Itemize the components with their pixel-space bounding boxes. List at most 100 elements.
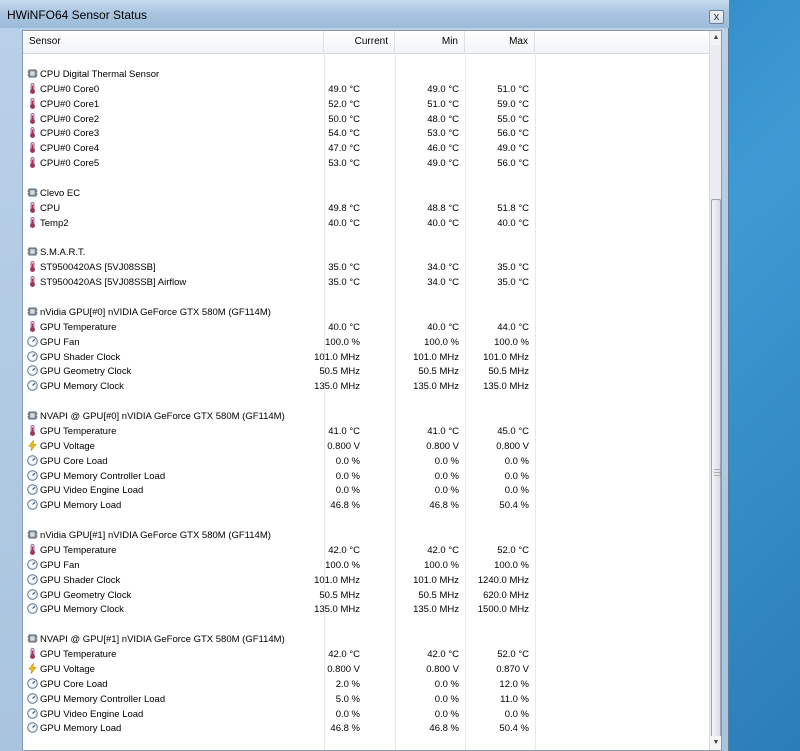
sensor-row[interactable]: GPU Memory Clock 135.0 MHz 135.0 MHz 135.0 … <box>23 380 709 395</box>
max-value: 0.0 % <box>504 470 529 482</box>
close-button[interactable]: x <box>709 10 724 24</box>
group-name: NVAPI @ GPU[#0] nVIDIA GeForce GTX 580M … <box>40 411 285 422</box>
sensor-row[interactable]: ST9500420AS [5VJ08SSB] Airflow 35.0 °C 34.… <box>23 276 709 291</box>
sensor-row[interactable]: ST9500420AS [5VJ08SSB] 35.0 °C 34.0 °C 35.0… <box>23 261 709 276</box>
sensor-row[interactable]: CPU#0 Core5 53.0 °C 49.0 °C 56.0 °C <box>23 157 709 172</box>
sensor-group-row[interactable]: NVAPI @ GPU[#1] nVIDIA GeForce GTX 580M … <box>23 633 709 648</box>
current-value: 47.0 °C <box>328 143 360 155</box>
current-value: 135.0 MHz <box>314 604 360 616</box>
sensor-row[interactable]: GPU Core Load 2.0 % 0.0 % 12.0 % <box>23 677 709 693</box>
min-value: 101.0 MHz <box>413 351 459 363</box>
current-value: 52.0 °C <box>328 98 360 110</box>
current-value: 0.800 V <box>327 663 360 675</box>
group-name: nVidia GPU[#0] nVIDIA GeForce GTX 580M (… <box>40 306 271 318</box>
max-value: 52.0 °C <box>497 649 529 660</box>
sensor-row[interactable]: GPU Memory Load 46.8 % 46.8 % 50.4 % <box>23 499 709 514</box>
column-min[interactable]: Min <box>395 31 465 53</box>
current-value: 49.8 °C <box>328 202 360 214</box>
gauge-icon <box>27 365 38 377</box>
min-value: 46.8 % <box>429 500 459 512</box>
scroll-down-arrow-icon[interactable]: ▼ <box>710 736 721 750</box>
sensor-row[interactable]: CPU 49.8 °C 48.8 °C 51.8 °C <box>23 201 709 217</box>
gauge-icon <box>27 677 38 689</box>
sensor-name: GPU Memory Load <box>40 723 122 735</box>
scroll-up-arrow-icon[interactable]: ▲ <box>710 31 721 45</box>
min-value: 135.0 MHz <box>413 604 459 616</box>
blank-row <box>23 232 709 247</box>
sensor-row[interactable]: GPU Video Engine Load 0.0 % 0.0 % 0.0 % <box>23 707 709 723</box>
sensor-row[interactable]: GPU Memory Clock 135.0 MHz 135.0 MHz 1500.0… <box>23 603 709 618</box>
sensor-row[interactable]: CPU#0 Core1 52.0 °C 51.0 °C 59.0 °C <box>23 97 709 113</box>
sensor-row[interactable]: GPU Geometry Clock 50.5 MHz 50.5 MHz 620.0 … <box>23 588 709 604</box>
sensor-group-row[interactable]: NVAPI @ GPU[#0] nVIDIA GeForce GTX 580M … <box>23 410 709 425</box>
blank-row <box>23 53 709 68</box>
sensor-name: GPU Memory Load <box>40 500 122 512</box>
sensor-name: CPU#0 Core2 <box>40 113 100 125</box>
max-value: 40.0 °C <box>497 217 529 229</box>
sensor-row[interactable]: GPU Geometry Clock 50.5 MHz 50.5 MHz 50.5 M… <box>23 365 709 380</box>
gauge-icon <box>27 469 38 481</box>
column-current[interactable]: Current <box>324 31 395 53</box>
sensor-name: GPU Memory Clock <box>40 604 124 616</box>
sensor-name: CPU#0 Core1 <box>40 98 100 110</box>
min-value: 0.0 % <box>434 693 459 705</box>
sensor-row[interactable]: CPU#0 Core0 49.0 °C 49.0 °C 51.0 °C <box>23 82 709 98</box>
sensor-row[interactable]: CPU#0 Core4 47.0 °C 46.0 °C 49.0 °C <box>23 142 709 157</box>
current-value: 101.0 MHz <box>314 574 360 586</box>
sensor-row[interactable]: GPU Fan 100.0 % 100.0 % 100.0 % <box>23 558 709 574</box>
sensor-name: Temp2 <box>40 217 69 229</box>
min-value: 135.0 MHz <box>413 381 459 393</box>
min-value: 40.0 °C <box>427 217 459 229</box>
sensor-row[interactable]: GPU Temperature 40.0 °C 40.0 °C 44.0 °C <box>23 320 709 336</box>
sensor-group-row[interactable]: nVidia GPU[#0] nVIDIA GeForce GTX 580M (… <box>23 306 709 321</box>
min-value: 50.5 MHz <box>418 589 459 601</box>
sensor-row[interactable]: GPU Temperature 42.0 °C 42.0 °C 52.0 °C <box>23 648 709 663</box>
min-value: 50.5 MHz <box>418 366 459 378</box>
thermometer-icon <box>27 424 38 436</box>
current-value: 50.0 °C <box>328 113 360 125</box>
max-value: 101.0 MHz <box>483 351 529 363</box>
min-value: 34.0 °C <box>427 277 459 289</box>
sensor-row[interactable]: GPU Shader Clock 101.0 MHz 101.0 MHz 101.0 … <box>23 350 709 366</box>
gauge-icon <box>27 722 38 734</box>
scroll-thumb[interactable]: — — — <box>711 199 721 748</box>
sensor-row[interactable]: GPU Shader Clock 101.0 MHz 101.0 MHz 1240.0… <box>23 573 709 589</box>
sensor-row[interactable]: GPU Core Load 0.0 % 0.0 % 0.0 % <box>23 454 709 470</box>
sensor-row[interactable]: GPU Temperature 41.0 °C 41.0 °C 45.0 °C <box>23 424 709 440</box>
max-value: 12.0 % <box>499 678 529 690</box>
max-value: 0.870 V <box>496 663 529 675</box>
max-value: 52.0 °C <box>497 544 529 556</box>
column-sensor[interactable]: Sensor <box>23 31 324 53</box>
sensor-row[interactable]: GPU Fan 100.0 % 100.0 % 100.0 % <box>23 335 709 351</box>
sensor-group-row[interactable]: Clevo EC <box>23 187 709 202</box>
sensor-name: GPU Geometry Clock <box>40 589 132 601</box>
vertical-scrollbar[interactable]: ▲ — — — ▼ <box>709 31 721 750</box>
sensor-row[interactable]: GPU Voltage 0.800 V 0.800 V 0.870 V <box>23 662 709 678</box>
thermometer-icon <box>27 261 38 273</box>
thermometer-icon <box>27 112 38 124</box>
sensor-name: CPU#0 Core4 <box>40 143 100 155</box>
thermometer-icon <box>27 142 38 154</box>
title-bar[interactable]: HWiNFO64 Sensor Status x <box>0 0 729 28</box>
column-max[interactable]: Max <box>465 31 535 53</box>
sensor-row[interactable]: CPU#0 Core2 50.0 °C 48.0 °C 55.0 °C <box>23 112 709 128</box>
sensor-name: GPU Temperature <box>40 321 117 333</box>
max-value: 44.0 °C <box>497 321 529 333</box>
current-value: 42.0 °C <box>328 649 360 660</box>
sensor-row[interactable]: CPU#0 Core3 54.0 °C 53.0 °C 56.0 °C <box>23 127 709 142</box>
sensor-group-row[interactable]: nVidia GPU[#1] nVIDIA GeForce GTX 580M (… <box>23 529 709 544</box>
sensor-row[interactable]: GPU Memory Controller Load 0.0 % 0.0 % 0.0 … <box>23 469 709 485</box>
sensor-row[interactable]: Temp2 40.0 °C 40.0 °C 40.0 °C <box>23 216 709 232</box>
sensor-row[interactable]: GPU Memory Load 46.8 % 46.8 % 50.4 % <box>23 722 709 737</box>
max-value: 100.0 % <box>494 336 529 348</box>
sensor-name: ST9500420AS [5VJ08SSB] <box>40 262 156 274</box>
sensor-row[interactable]: GPU Memory Controller Load 5.0 % 0.0 % 11.0… <box>23 692 709 708</box>
sensor-row[interactable]: GPU Voltage 0.800 V 0.800 V 0.800 V <box>23 438 709 455</box>
sensor-group-row[interactable]: S.M.A.R.T. <box>23 246 709 261</box>
thermometer-icon <box>27 320 38 332</box>
sensor-row[interactable]: GPU Video Engine Load 0.0 % 0.0 % 0.0 % <box>23 484 709 499</box>
max-value: 35.0 °C <box>497 262 529 274</box>
gauge-icon <box>27 484 38 496</box>
sensor-row[interactable]: GPU Temperature 42.0 °C 42.0 °C 52.0 °C <box>23 543 709 559</box>
sensor-group-row[interactable]: CPU Digital Thermal Sensor <box>23 68 709 83</box>
